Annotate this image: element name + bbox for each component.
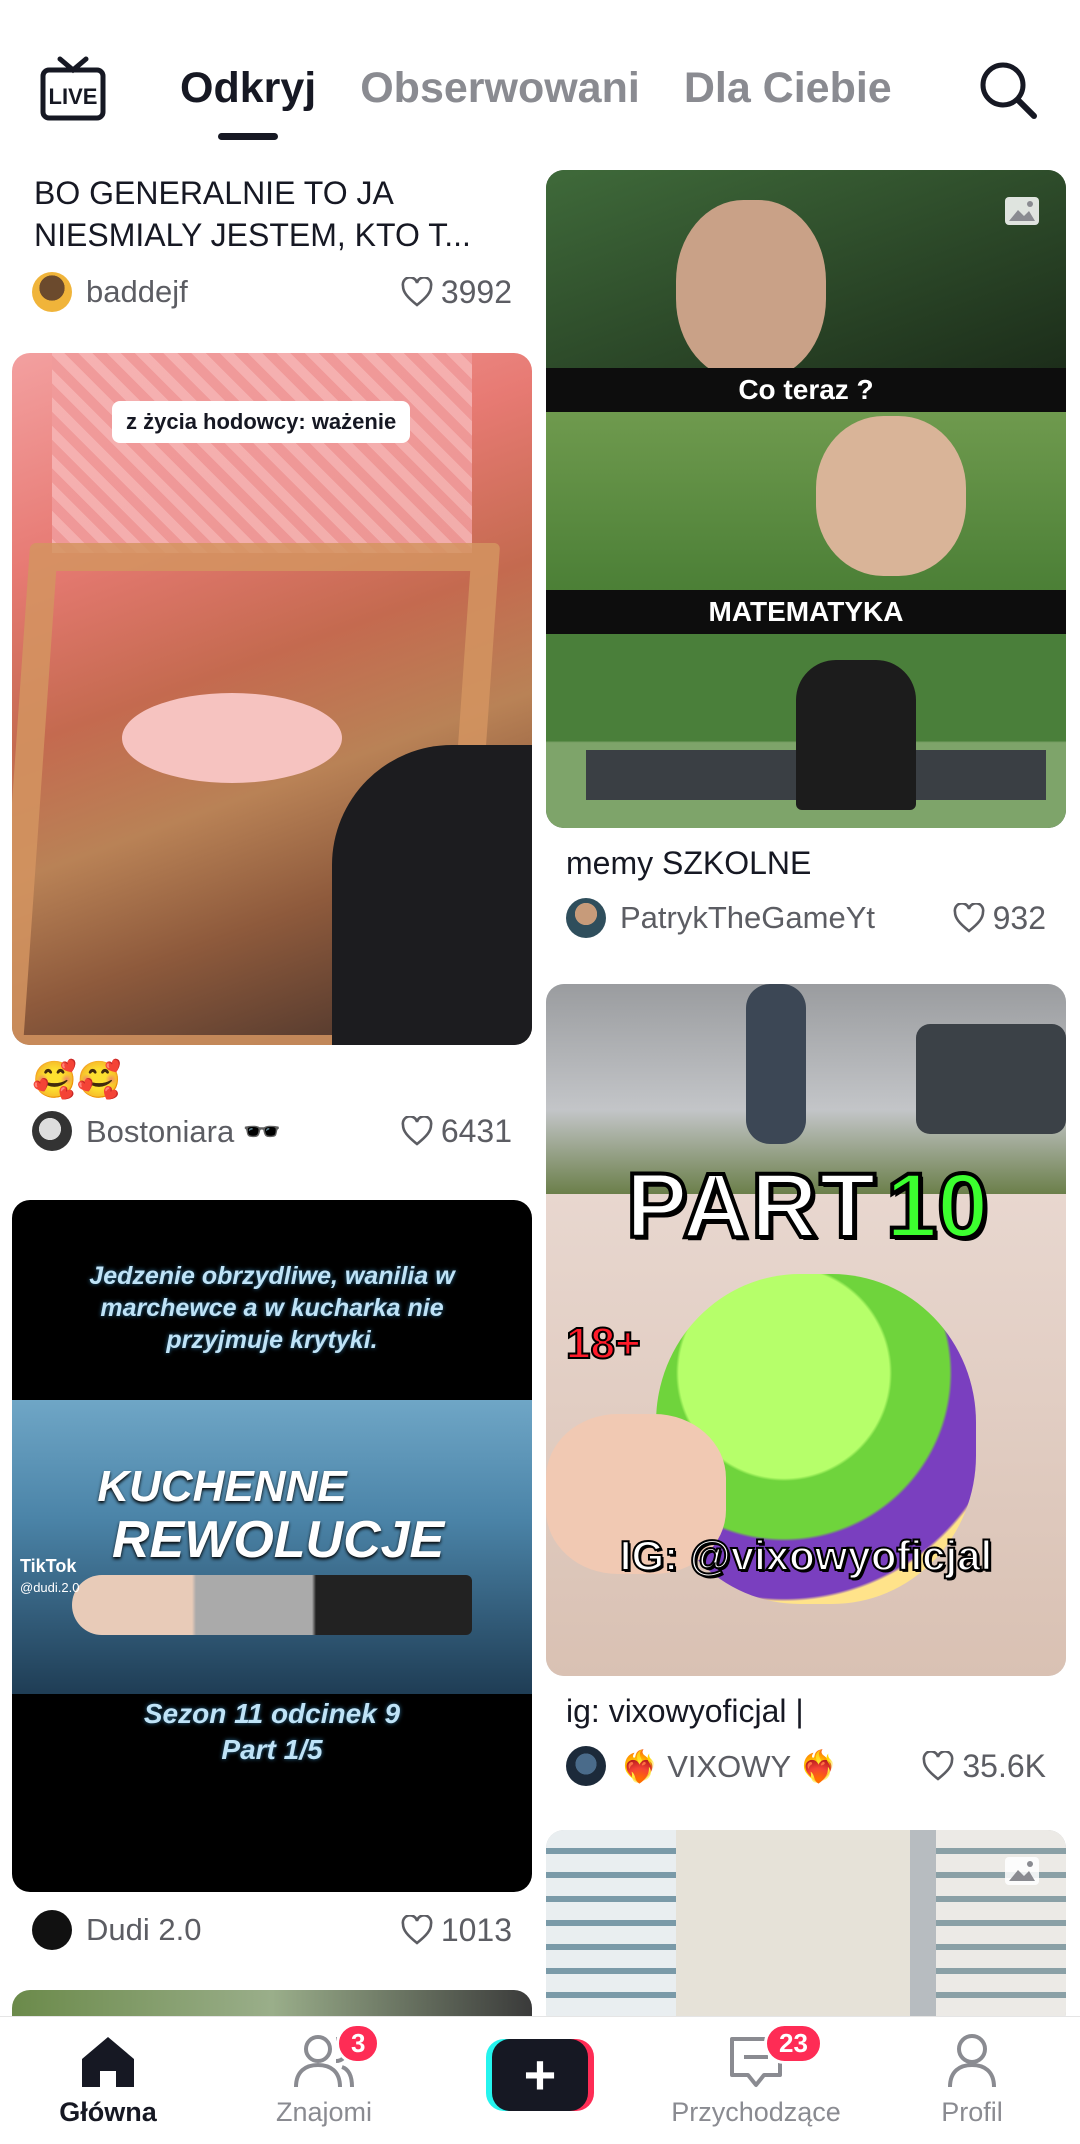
author-name: ❤️‍🔥 VIXOWY ❤️‍🔥 xyxy=(620,1748,838,1784)
episode-text: Sezon 11 odcinek 9 xyxy=(143,1698,401,1729)
tiktok-handle: @dudi.2.0 xyxy=(20,1580,80,1595)
part-number: 10 xyxy=(884,1153,990,1259)
nav-create[interactable]: + xyxy=(432,2017,648,2144)
like-count[interactable]: 3992 xyxy=(401,274,512,311)
tab-odkryj[interactable]: Odkryj xyxy=(180,60,316,116)
likes-value: 35.6K xyxy=(962,1747,1046,1784)
heart-icon xyxy=(401,1915,433,1945)
heart-icon xyxy=(401,277,433,307)
avatar xyxy=(566,1746,606,1786)
likes-value: 932 xyxy=(992,899,1046,936)
like-count[interactable]: 35.6K xyxy=(922,1748,1046,1785)
notification-badge: 3 xyxy=(336,2023,381,2064)
like-count[interactable]: 932 xyxy=(953,900,1046,937)
card-caption: 🥰🥰 xyxy=(32,1059,122,1100)
card-meta: PatrykTheGameYt 932 xyxy=(546,892,1066,944)
card-meta: ❤️‍🔥 VIXOWY ❤️‍🔥 35.6K xyxy=(546,1740,1066,1792)
home-icon xyxy=(82,2037,134,2087)
heart-icon xyxy=(922,1751,954,1781)
ig-overlay: IG: @vixowyoficjal xyxy=(619,1531,993,1580)
svg-text:LIVE: LIVE xyxy=(49,84,98,109)
likes-value: 6431 xyxy=(440,1112,512,1149)
create-button[interactable]: + xyxy=(486,2039,594,2111)
card-author[interactable]: Dudi 2.0 xyxy=(32,1910,201,1950)
card-caption: ig: vixowyoficjal | xyxy=(566,1693,804,1729)
nav-label: Profil xyxy=(941,2097,1003,2127)
tab-dla-ciebie[interactable]: Dla Ciebie xyxy=(684,60,892,116)
video-overlay-text: Jedzenie obrzydliwe, wanilia w marchewce… xyxy=(89,1262,455,1354)
feed-card[interactable]: BO GENERALNIE TO JA NIESMIALY JESTEM, KT… xyxy=(12,172,532,318)
heart-icon xyxy=(953,903,985,933)
nav-inbox[interactable]: Przychodzące 23 xyxy=(648,2017,864,2144)
nav-label: Przychodzące xyxy=(671,2097,841,2127)
like-count[interactable]: 6431 xyxy=(401,1113,512,1150)
card-caption: BO GENERALNIE TO JA NIESMIALY JESTEM, KT… xyxy=(34,175,471,253)
avatar xyxy=(566,898,606,938)
card-meta: baddejf 3992 xyxy=(12,266,532,318)
card-caption: memy SZKOLNE xyxy=(566,845,812,881)
plus-icon: + xyxy=(492,2039,588,2111)
avatar xyxy=(32,272,72,312)
age-label: 18+ xyxy=(565,1318,642,1369)
nav-profile[interactable]: Profil xyxy=(864,2017,1080,2144)
card-thumbnail[interactable]: Co teraz ? MATEMATYKA xyxy=(546,170,1066,828)
like-count[interactable]: 1013 xyxy=(401,1912,512,1949)
tiktok-watermark: TikTok xyxy=(20,1556,77,1576)
meme-text-1: Co teraz ? xyxy=(738,374,874,405)
heart-icon xyxy=(401,1116,433,1146)
card-thumbnail[interactable]: z życia hodowcy: ważenie xyxy=(12,353,532,1045)
nav-home[interactable]: Główna xyxy=(0,2017,216,2144)
nav-label: Główna xyxy=(59,2097,157,2127)
tab-obserwowani[interactable]: Obserwowani xyxy=(360,60,640,116)
author-name: baddejf xyxy=(86,274,188,309)
feed-card[interactable] xyxy=(546,1830,1066,2030)
card-meta: Dudi 2.0 1013 xyxy=(12,1904,532,1956)
feed-card[interactable]: Jedzenie obrzydliwe, wanilia w marchewce… xyxy=(12,1200,532,1956)
card-thumbnail[interactable]: PART 10 18+ IG: @vixowyoficjal xyxy=(546,984,1066,1676)
feed-tabs: Odkryj Obserwowani Dla Ciebie xyxy=(180,60,892,116)
author-name: PatrykTheGameYt xyxy=(620,900,875,935)
search-icon[interactable] xyxy=(976,58,1040,122)
author-name: Dudi 2.0 xyxy=(86,1912,202,1947)
show-title-line1: KUCHENNE xyxy=(97,1462,347,1511)
likes-value: 1013 xyxy=(440,1911,512,1948)
part-text: Part 1/5 xyxy=(221,1734,323,1765)
avatar xyxy=(32,1111,72,1151)
feed-card[interactable]: PART 10 18+ IG: @vixowyoficjal ig: vixow… xyxy=(546,984,1066,1792)
card-author[interactable]: baddejf xyxy=(32,272,188,312)
part-label: PART xyxy=(624,1153,878,1259)
card-author[interactable]: PatrykTheGameYt xyxy=(566,898,875,938)
author-name: Bostoniara 🕶️ xyxy=(86,1113,282,1149)
photo-icon xyxy=(1005,197,1039,225)
nav-label: Znajomi xyxy=(275,2097,373,2127)
profile-icon xyxy=(948,2034,996,2088)
likes-value: 3992 xyxy=(440,273,512,310)
show-title-line2: REWOLUCJE xyxy=(112,1511,445,1569)
photo-icon xyxy=(1005,1857,1039,1885)
avatar xyxy=(32,1910,72,1950)
notification-badge: 23 xyxy=(764,2023,823,2064)
bottom-navigation: Główna Znajomi 3 + Przychodzące 23 Profi… xyxy=(0,2016,1080,2144)
card-thumbnail[interactable]: Jedzenie obrzydliwe, wanilia w marchewce… xyxy=(12,1200,532,1892)
card-author[interactable]: ❤️‍🔥 VIXOWY ❤️‍🔥 xyxy=(566,1746,838,1786)
video-overlay-text: z życia hodowcy: ważenie xyxy=(112,401,411,443)
feed-card[interactable]: z życia hodowcy: ważenie 🥰🥰 Bostoniara 🕶… xyxy=(12,353,532,1157)
top-bar: LIVE Odkryj Obserwowani Dla Ciebie xyxy=(0,0,1080,160)
feed-card[interactable]: Co teraz ? MATEMATYKA memy SZKOLNE Patry… xyxy=(546,170,1066,944)
meme-text-2: MATEMATYKA xyxy=(708,596,904,627)
live-tv-icon[interactable]: LIVE xyxy=(40,56,106,124)
card-meta: Bostoniara 🕶️ 6431 xyxy=(12,1105,532,1157)
nav-friends[interactable]: Znajomi 3 xyxy=(216,2017,432,2144)
card-author[interactable]: Bostoniara 🕶️ xyxy=(32,1111,281,1151)
